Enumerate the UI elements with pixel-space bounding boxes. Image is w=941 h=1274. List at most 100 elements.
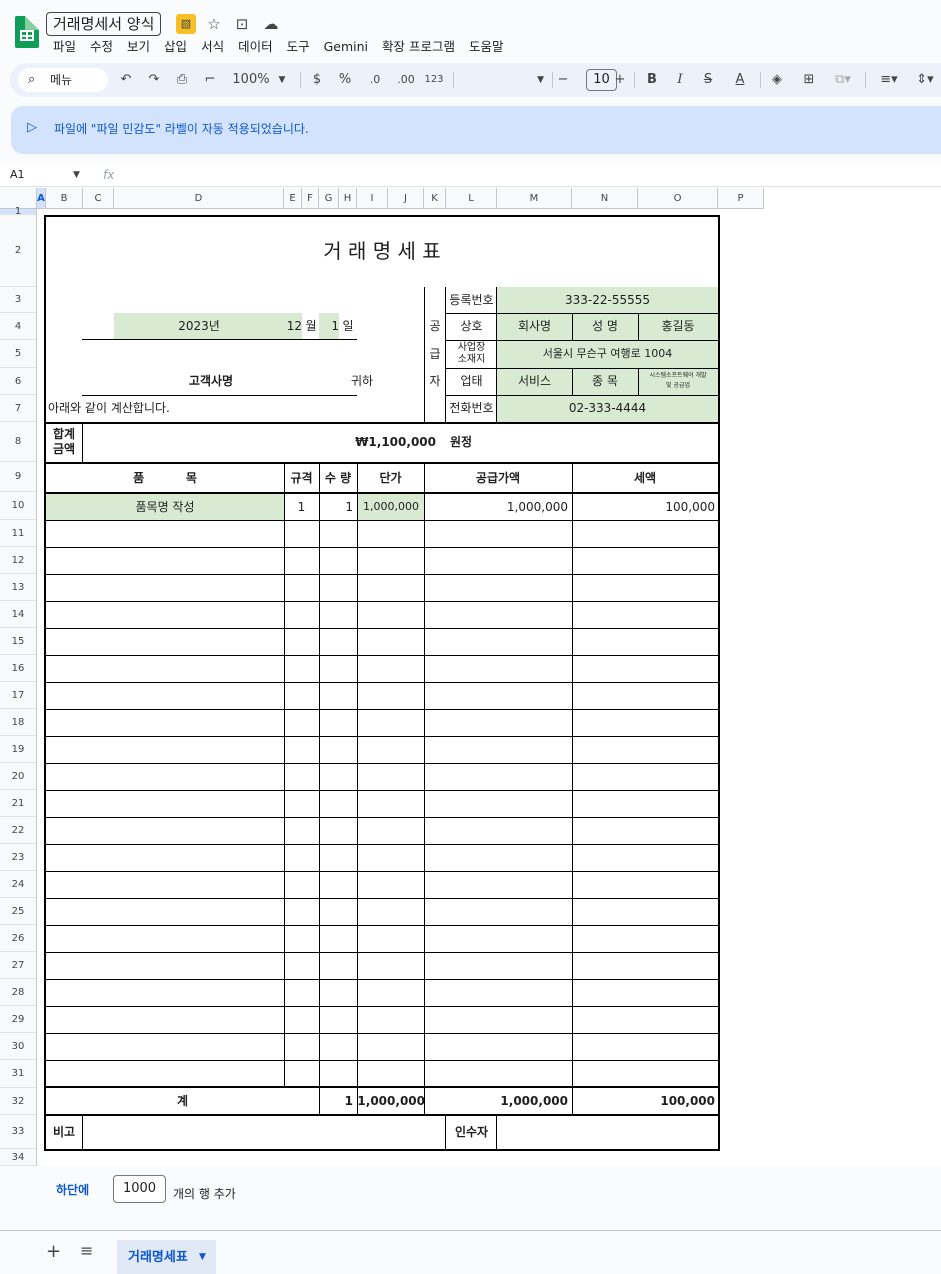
row-header[interactable]: 24	[0, 871, 37, 898]
row-header[interactable]: 21	[0, 790, 37, 817]
column-header[interactable]: D	[114, 188, 284, 209]
row-header[interactable]: 18	[0, 709, 37, 736]
column-header[interactable]: K	[424, 188, 446, 209]
strikethrough-button[interactable]: S	[700, 63, 716, 97]
row-header[interactable]: 7	[0, 395, 37, 422]
font-size-increase-button[interactable]: +	[613, 63, 627, 97]
search-icon: ⌕	[28, 72, 36, 87]
chevron-down-icon[interactable]: ▼	[199, 1240, 206, 1274]
row-header[interactable]: 8	[0, 422, 37, 462]
row-header[interactable]: 29	[0, 1006, 37, 1033]
row-header[interactable]: 3	[0, 287, 37, 313]
spreadsheet-grid[interactable]: ABCDEFGHIJKLMNOP 1 2 3 4 5 6 7 8 9 10 11 12 13 14 15 16…	[0, 188, 941, 1166]
row-header[interactable]: 32	[0, 1088, 37, 1115]
paint-format-icon[interactable]: ⌐	[200, 63, 220, 97]
menu-insert[interactable]: 삽입	[164, 37, 194, 57]
column-header[interactable]: J	[388, 188, 424, 209]
row-header[interactable]: 11	[0, 520, 37, 547]
column-header[interactable]: I	[357, 188, 388, 209]
column-header[interactable]: F	[302, 188, 319, 209]
redo-icon[interactable]: ↷	[144, 63, 164, 97]
row-header[interactable]: 4	[0, 313, 37, 340]
menu-view[interactable]: 보기	[127, 37, 157, 57]
label-tag-icon: ▷	[27, 120, 37, 135]
borders-icon[interactable]: ⊞	[799, 63, 819, 97]
menu-format[interactable]: 서식	[201, 37, 231, 57]
row-header[interactable]: 23	[0, 844, 37, 871]
merge-cells-icon[interactable]: ⧉▾	[828, 63, 858, 97]
row-header[interactable]: 16	[0, 655, 37, 682]
row-header[interactable]: 28	[0, 979, 37, 1006]
add-rows-button[interactable]: 하단에	[56, 1181, 89, 1198]
column-header[interactable]: B	[46, 188, 83, 209]
row-header[interactable]: 17	[0, 682, 37, 709]
bold-button[interactable]: B	[644, 63, 660, 97]
row-header[interactable]: 10	[0, 492, 37, 520]
menu-tools[interactable]: 도구	[287, 37, 317, 57]
border-line	[572, 1088, 573, 1115]
column-header[interactable]: G	[319, 188, 339, 209]
font-size-decrease-button[interactable]: −	[556, 63, 570, 97]
sheet-tab-active[interactable]: 거래명세표 ▼	[117, 1240, 216, 1274]
italic-button[interactable]: I	[672, 63, 688, 97]
sheets-logo-icon[interactable]	[15, 16, 39, 48]
column-header[interactable]: L	[446, 188, 497, 209]
menu-extensions[interactable]: 확장 프로그램	[382, 37, 462, 57]
column-header[interactable]: E	[284, 188, 302, 209]
text-color-button[interactable]: A	[730, 63, 750, 97]
row-header[interactable]: 22	[0, 817, 37, 844]
add-rows-count-input[interactable]: 1000	[113, 1175, 166, 1203]
cloud-status-icon[interactable]: ☁	[261, 14, 281, 34]
menu-help[interactable]: 도움말	[469, 37, 511, 57]
column-header[interactable]: M	[497, 188, 572, 209]
zoom-select[interactable]: 100%	[232, 63, 270, 97]
row-header[interactable]: 26	[0, 925, 37, 952]
row-header[interactable]: 20	[0, 763, 37, 790]
menu-file[interactable]: 파일	[53, 37, 83, 57]
fill-color-icon[interactable]: ◈	[767, 63, 787, 97]
decrease-decimal-button[interactable]: .0	[364, 63, 386, 97]
all-sheets-icon[interactable]: ≡	[80, 1241, 93, 1260]
row-header[interactable]: 30	[0, 1033, 37, 1060]
row-header[interactable]: 14	[0, 601, 37, 628]
vertical-align-icon[interactable]: ⇕▾	[910, 63, 940, 97]
currency-format-button[interactable]: $	[309, 63, 325, 97]
row-header[interactable]: 13	[0, 574, 37, 601]
increase-decimal-button[interactable]: .00	[393, 63, 419, 97]
column-header[interactable]: P	[718, 188, 764, 209]
row-header[interactable]: 31	[0, 1060, 37, 1088]
document-title[interactable]: 거래명세서 양식	[46, 12, 162, 36]
percent-format-button[interactable]: %	[337, 63, 353, 97]
sensitivity-label-icon[interactable]: ▧	[176, 14, 196, 34]
font-family-select[interactable]: ▼	[464, 63, 544, 97]
row-header[interactable]: 19	[0, 736, 37, 763]
column-header[interactable]: C	[83, 188, 114, 209]
undo-icon[interactable]: ↶	[116, 63, 136, 97]
move-folder-icon[interactable]: ⊡	[232, 14, 252, 34]
row-header[interactable]: 15	[0, 628, 37, 655]
print-icon[interactable]: ⎙	[172, 63, 192, 97]
row-header[interactable]: 9	[0, 462, 37, 492]
row-header[interactable]: 27	[0, 952, 37, 979]
name-box[interactable]: A1	[10, 163, 25, 187]
add-sheet-icon[interactable]: +	[46, 1241, 61, 1262]
menu-gemini[interactable]: Gemini	[324, 37, 375, 57]
menu-data[interactable]: 데이터	[238, 37, 280, 57]
chevron-down-icon[interactable]: ▼	[73, 163, 80, 187]
number-format-button[interactable]: 123	[422, 63, 446, 97]
horizontal-align-icon[interactable]: ≡▾	[874, 63, 904, 97]
menu-edit[interactable]: 수정	[90, 37, 120, 57]
row-header[interactable]: 25	[0, 898, 37, 925]
row-header[interactable]: 12	[0, 547, 37, 574]
row-header[interactable]: 6	[0, 368, 37, 395]
row-header[interactable]: 5	[0, 340, 37, 368]
column-header[interactable]: N	[572, 188, 638, 209]
row-header[interactable]: 33	[0, 1115, 37, 1149]
star-icon[interactable]: ☆	[204, 14, 224, 34]
menu-search[interactable]: ⌕ 메뉴	[18, 68, 108, 92]
row-header[interactable]: 2	[0, 215, 37, 287]
column-header[interactable]: O	[638, 188, 718, 209]
column-header[interactable]: A	[37, 188, 46, 209]
row-header[interactable]: 34	[0, 1149, 37, 1166]
column-header[interactable]: H	[339, 188, 357, 209]
